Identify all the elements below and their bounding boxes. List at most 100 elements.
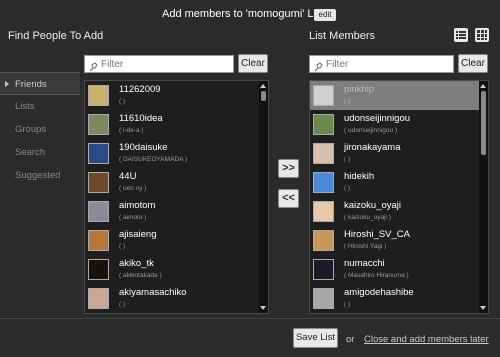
- edit-button[interactable]: edit: [314, 9, 336, 21]
- sidebar-item-friends[interactable]: Friends: [0, 72, 80, 95]
- avatar: [313, 230, 334, 251]
- user-name: 44U: [119, 171, 137, 182]
- grid-view-icon[interactable]: [475, 28, 489, 42]
- avatar: [313, 143, 334, 164]
- user-fullname: ( Masahiro Hiranuma ): [344, 272, 409, 279]
- close-link[interactable]: Close and add members later: [364, 334, 489, 345]
- user-fullname: ( kaizoku_oyaji ): [344, 214, 391, 221]
- scroll-up-icon[interactable]: [260, 84, 266, 88]
- find-filter-field[interactable]: [84, 55, 234, 73]
- dialog-title: Add members to 'momogumi' List: [162, 8, 325, 20]
- list-item[interactable]: 190daisuke ( DAISUKEOYAMADA ): [85, 139, 268, 168]
- user-name: numacchi: [344, 258, 385, 269]
- scroll-up-icon[interactable]: [480, 84, 486, 88]
- user-name: jironakayama: [344, 142, 401, 153]
- user-fullname: ( ): [344, 156, 351, 163]
- list-item[interactable]: aimotom ( aimoto ): [85, 197, 268, 226]
- or-label: or: [346, 334, 355, 345]
- sidebar-item-lists[interactable]: Lists: [0, 95, 80, 118]
- user-name: Hiroshi_SV_CA: [344, 229, 410, 240]
- avatar: [88, 172, 109, 193]
- scroll-thumb[interactable]: [481, 91, 486, 155]
- avatar: [88, 230, 109, 251]
- scroll-down-icon[interactable]: [480, 306, 486, 310]
- find-filter-input[interactable]: [101, 57, 231, 71]
- user-name: pinkhip: [344, 84, 375, 95]
- list-item[interactable]: 44U ( uen oy ): [85, 168, 268, 197]
- list-item[interactable]: 11262009 ( ): [85, 81, 268, 110]
- remove-members-button[interactable]: <<: [278, 189, 299, 208]
- user-name: amigodehashibe: [344, 287, 414, 298]
- find-people-title: Find People To Add: [8, 30, 104, 42]
- members-list-scrollbar[interactable]: [479, 81, 488, 313]
- list-item[interactable]: pinkhip ( ): [310, 81, 488, 110]
- avatar: [88, 114, 109, 135]
- user-name: 11610idea: [119, 113, 163, 124]
- user-name: 11262009: [119, 84, 161, 95]
- save-list-button[interactable]: Save List: [293, 328, 338, 348]
- user-name: 190daisuke: [119, 142, 168, 153]
- expand-arrow-icon: [5, 81, 9, 87]
- sidebar-item-groups[interactable]: Groups: [0, 118, 80, 141]
- user-name: akiyamasachiko: [119, 287, 187, 298]
- avatar: [88, 201, 109, 222]
- list-item[interactable]: hidekih ( ): [310, 168, 488, 197]
- filter-icon: [89, 59, 99, 72]
- list-members-title: List Members: [309, 30, 376, 42]
- list-item[interactable]: akiko_tk ( akikotakada ): [85, 255, 268, 284]
- find-list-scrollbar[interactable]: [259, 81, 268, 313]
- user-name: ajisaieng: [119, 229, 157, 240]
- avatar: [88, 85, 109, 106]
- avatar: [313, 114, 334, 135]
- user-fullname: ( Hiroshi Yagi ): [344, 243, 387, 250]
- user-fullname: ( uen oy ): [119, 185, 147, 192]
- avatar: [313, 85, 334, 106]
- user-fullname: ( aimoto ): [119, 214, 147, 221]
- user-fullname: ( ): [119, 243, 126, 250]
- filter-icon: [314, 59, 324, 72]
- list-view-icon[interactable]: [454, 28, 468, 42]
- sidebar-item-label: Friends: [15, 79, 47, 90]
- avatar: [88, 143, 109, 164]
- add-members-button[interactable]: >>: [278, 159, 299, 178]
- avatar: [88, 288, 109, 309]
- user-fullname: ( ): [344, 98, 351, 105]
- members-filter-field[interactable]: [309, 55, 454, 73]
- find-people-list[interactable]: 11262009 ( ) 11610idea ( i-de-a ) 190daisu…: [84, 80, 269, 314]
- user-name: udonseijinnigou: [344, 113, 411, 124]
- list-item[interactable]: amigodehashibe ( ): [310, 284, 488, 313]
- scroll-down-icon[interactable]: [260, 306, 266, 310]
- avatar: [313, 172, 334, 193]
- list-item[interactable]: jironakayama ( ): [310, 139, 488, 168]
- user-fullname: ( ): [344, 301, 351, 308]
- list-item[interactable]: udonseijinnigou ( udonseijinnigou ): [310, 110, 488, 139]
- header: Add members to 'momogumi' List edit: [0, 0, 500, 28]
- user-fullname: ( DAISUKEOYAMADA ): [119, 156, 188, 163]
- user-fullname: ( akikotakada ): [119, 272, 162, 279]
- user-fullname: ( i-de-a ): [119, 127, 144, 134]
- avatar: [313, 288, 334, 309]
- list-item[interactable]: kaizoku_oyaji ( kaizoku_oyaji ): [310, 197, 488, 226]
- list-item[interactable]: Hiroshi_SV_CA ( Hiroshi Yagi ): [310, 226, 488, 255]
- user-fullname: ( udonseijinnigou ): [344, 127, 398, 134]
- avatar: [88, 259, 109, 280]
- user-name: hidekih: [344, 171, 375, 182]
- sidebar-item-search[interactable]: Search: [0, 141, 80, 164]
- avatar: [313, 201, 334, 222]
- user-fullname: ( ): [119, 301, 126, 308]
- find-clear-button[interactable]: Clear: [238, 54, 268, 73]
- list-item[interactable]: 11610idea ( i-de-a ): [85, 110, 268, 139]
- list-item[interactable]: numacchi ( Masahiro Hiranuma ): [310, 255, 488, 284]
- list-item[interactable]: akiyamasachiko ( ): [85, 284, 268, 313]
- members-clear-button[interactable]: Clear: [458, 54, 488, 73]
- sidebar-item-suggested[interactable]: Suggested: [0, 164, 80, 187]
- user-fullname: ( ): [119, 98, 126, 105]
- members-filter-input[interactable]: [326, 57, 451, 71]
- user-name: aimotom: [119, 200, 156, 211]
- list-item[interactable]: ajisaieng ( ): [85, 226, 268, 255]
- source-sidebar: Friends Lists Groups Search Suggested: [0, 72, 80, 187]
- user-name: kaizoku_oyaji: [344, 200, 402, 211]
- list-members-list[interactable]: pinkhip ( ) udonseijinnigou ( udonseijinni…: [309, 80, 489, 314]
- avatar: [313, 259, 334, 280]
- scroll-thumb[interactable]: [261, 91, 266, 101]
